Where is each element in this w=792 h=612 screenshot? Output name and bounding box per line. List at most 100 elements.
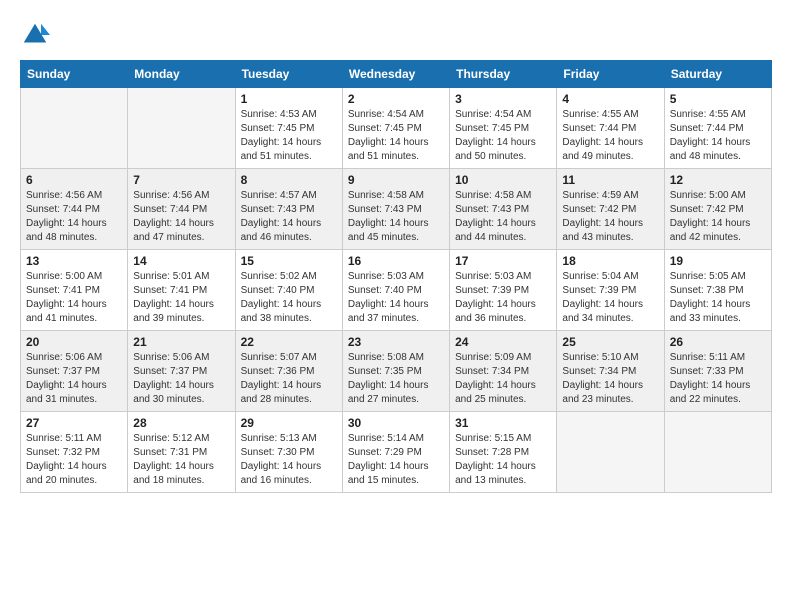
calendar-cell bbox=[557, 412, 664, 493]
calendar-cell bbox=[128, 88, 235, 169]
day-info: Sunrise: 5:13 AMSunset: 7:30 PMDaylight:… bbox=[241, 432, 337, 488]
day-info: Sunrise: 5:03 AMSunset: 7:39 PMDaylight:… bbox=[455, 270, 551, 326]
calendar-cell: 27Sunrise: 5:11 AMSunset: 7:32 PMDayligh… bbox=[21, 412, 128, 493]
header-tuesday: Tuesday bbox=[235, 61, 342, 88]
day-number: 16 bbox=[348, 254, 444, 268]
day-info: Sunrise: 5:11 AMSunset: 7:33 PMDaylight:… bbox=[670, 351, 766, 407]
day-number: 29 bbox=[241, 416, 337, 430]
day-number: 9 bbox=[348, 173, 444, 187]
calendar-cell: 30 Sunrise: 5:14 AMSunset: 7:29 PMDayligh… bbox=[342, 412, 449, 493]
day-info: Sunrise: 4:58 AMSunset: 7:43 PMDaylight:… bbox=[455, 189, 551, 245]
day-info: Sunrise: 5:04 AMSunset: 7:39 PMDaylight:… bbox=[562, 270, 658, 326]
calendar-cell: 13Sunrise: 5:00 AMSunset: 7:41 PMDayligh… bbox=[21, 250, 128, 331]
calendar-week-row: 13Sunrise: 5:00 AMSunset: 7:41 PMDayligh… bbox=[21, 250, 772, 331]
day-info: Sunrise: 5:09 AMSunset: 7:34 PMDaylight:… bbox=[455, 351, 551, 407]
calendar-cell: 21 Sunrise: 5:06 AMSunset: 7:37 PMDayligh… bbox=[128, 331, 235, 412]
calendar-week-row: 1 Sunrise: 4:53 AMSunset: 7:45 PMDaylight… bbox=[21, 88, 772, 169]
calendar-table: SundayMondayTuesdayWednesdayThursdayFrid… bbox=[20, 60, 772, 493]
calendar-cell: 19Sunrise: 5:05 AMSunset: 7:38 PMDayligh… bbox=[664, 250, 771, 331]
day-info: Sunrise: 4:59 AMSunset: 7:42 PMDaylight:… bbox=[562, 189, 658, 245]
calendar-cell: 26 Sunrise: 5:11 AMSunset: 7:33 PMDayligh… bbox=[664, 331, 771, 412]
day-number: 6 bbox=[26, 173, 122, 187]
day-number: 10 bbox=[455, 173, 551, 187]
header-friday: Friday bbox=[557, 61, 664, 88]
day-number: 12 bbox=[670, 173, 766, 187]
day-number: 18 bbox=[562, 254, 658, 268]
day-number: 30 bbox=[348, 416, 444, 430]
logo bbox=[20, 20, 54, 50]
day-number: 14 bbox=[133, 254, 229, 268]
day-number: 17 bbox=[455, 254, 551, 268]
day-number: 26 bbox=[670, 335, 766, 349]
calendar-cell: 28 Sunrise: 5:12 AMSunset: 7:31 PMDayligh… bbox=[128, 412, 235, 493]
calendar-cell: 10 Sunrise: 4:58 AMSunset: 7:43 PMDayligh… bbox=[450, 169, 557, 250]
calendar-cell: 23 Sunrise: 5:08 AMSunset: 7:35 PMDayligh… bbox=[342, 331, 449, 412]
header-thursday: Thursday bbox=[450, 61, 557, 88]
day-number: 28 bbox=[133, 416, 229, 430]
day-info: Sunrise: 4:55 AMSunset: 7:44 PMDaylight:… bbox=[562, 108, 658, 164]
header-sunday: Sunday bbox=[21, 61, 128, 88]
day-number: 19 bbox=[670, 254, 766, 268]
day-info: Sunrise: 5:00 AMSunset: 7:41 PMDaylight:… bbox=[26, 270, 122, 326]
day-info: Sunrise: 4:55 AMSunset: 7:44 PMDaylight:… bbox=[670, 108, 766, 164]
calendar-cell: 29 Sunrise: 5:13 AMSunset: 7:30 PMDayligh… bbox=[235, 412, 342, 493]
day-info: Sunrise: 5:07 AMSunset: 7:36 PMDaylight:… bbox=[241, 351, 337, 407]
calendar-cell: 20 Sunrise: 5:06 AMSunset: 7:37 PMDayligh… bbox=[21, 331, 128, 412]
calendar-cell: 6 Sunrise: 4:56 AMSunset: 7:44 PMDaylight… bbox=[21, 169, 128, 250]
calendar-cell: 25 Sunrise: 5:10 AMSunset: 7:34 PMDayligh… bbox=[557, 331, 664, 412]
day-info: Sunrise: 5:14 AMSunset: 7:29 PMDaylight:… bbox=[348, 432, 444, 488]
day-number: 20 bbox=[26, 335, 122, 349]
day-number: 11 bbox=[562, 173, 658, 187]
day-number: 15 bbox=[241, 254, 337, 268]
calendar-cell: 9 Sunrise: 4:58 AMSunset: 7:43 PMDaylight… bbox=[342, 169, 449, 250]
header-saturday: Saturday bbox=[664, 61, 771, 88]
calendar-cell: 7Sunrise: 4:56 AMSunset: 7:44 PMDaylight… bbox=[128, 169, 235, 250]
day-number: 22 bbox=[241, 335, 337, 349]
day-info: Sunrise: 4:56 AMSunset: 7:44 PMDaylight:… bbox=[133, 189, 229, 245]
calendar-week-row: 6 Sunrise: 4:56 AMSunset: 7:44 PMDaylight… bbox=[21, 169, 772, 250]
day-info: Sunrise: 4:53 AMSunset: 7:45 PMDaylight:… bbox=[241, 108, 337, 164]
day-number: 1 bbox=[241, 92, 337, 106]
day-info: Sunrise: 4:57 AMSunset: 7:43 PMDaylight:… bbox=[241, 189, 337, 245]
day-info: Sunrise: 5:00 AMSunset: 7:42 PMDaylight:… bbox=[670, 189, 766, 245]
day-number: 21 bbox=[133, 335, 229, 349]
day-info: Sunrise: 5:12 AMSunset: 7:31 PMDaylight:… bbox=[133, 432, 229, 488]
day-number: 24 bbox=[455, 335, 551, 349]
day-number: 25 bbox=[562, 335, 658, 349]
day-info: Sunrise: 5:15 AMSunset: 7:28 PMDaylight:… bbox=[455, 432, 551, 488]
day-number: 2 bbox=[348, 92, 444, 106]
day-number: 5 bbox=[670, 92, 766, 106]
day-info: Sunrise: 4:54 AMSunset: 7:45 PMDaylight:… bbox=[348, 108, 444, 164]
calendar-cell: 2 Sunrise: 4:54 AMSunset: 7:45 PMDaylight… bbox=[342, 88, 449, 169]
logo-icon bbox=[20, 20, 50, 50]
calendar-cell: 16 Sunrise: 5:03 AMSunset: 7:40 PMDayligh… bbox=[342, 250, 449, 331]
page-header bbox=[20, 20, 772, 50]
day-number: 31 bbox=[455, 416, 551, 430]
calendar-cell: 5 Sunrise: 4:55 AMSunset: 7:44 PMDaylight… bbox=[664, 88, 771, 169]
calendar-cell: 14 Sunrise: 5:01 AMSunset: 7:41 PMDayligh… bbox=[128, 250, 235, 331]
calendar-cell: 17 Sunrise: 5:03 AMSunset: 7:39 PMDayligh… bbox=[450, 250, 557, 331]
day-number: 3 bbox=[455, 92, 551, 106]
calendar-cell: 12 Sunrise: 5:00 AMSunset: 7:42 PMDayligh… bbox=[664, 169, 771, 250]
calendar-cell: 3 Sunrise: 4:54 AMSunset: 7:45 PMDaylight… bbox=[450, 88, 557, 169]
day-number: 27 bbox=[26, 416, 122, 430]
day-info: Sunrise: 5:01 AMSunset: 7:41 PMDaylight:… bbox=[133, 270, 229, 326]
calendar-cell: 1 Sunrise: 4:53 AMSunset: 7:45 PMDaylight… bbox=[235, 88, 342, 169]
day-info: Sunrise: 4:58 AMSunset: 7:43 PMDaylight:… bbox=[348, 189, 444, 245]
day-info: Sunrise: 5:10 AMSunset: 7:34 PMDaylight:… bbox=[562, 351, 658, 407]
calendar-cell: 15Sunrise: 5:02 AMSunset: 7:40 PMDayligh… bbox=[235, 250, 342, 331]
calendar-header-row: SundayMondayTuesdayWednesdayThursdayFrid… bbox=[21, 61, 772, 88]
day-info: Sunrise: 5:06 AMSunset: 7:37 PMDaylight:… bbox=[133, 351, 229, 407]
calendar-cell: 11 Sunrise: 4:59 AMSunset: 7:42 PMDayligh… bbox=[557, 169, 664, 250]
day-info: Sunrise: 4:54 AMSunset: 7:45 PMDaylight:… bbox=[455, 108, 551, 164]
day-info: Sunrise: 5:08 AMSunset: 7:35 PMDaylight:… bbox=[348, 351, 444, 407]
day-info: Sunrise: 4:56 AMSunset: 7:44 PMDaylight:… bbox=[26, 189, 122, 245]
calendar-cell: 24 Sunrise: 5:09 AMSunset: 7:34 PMDayligh… bbox=[450, 331, 557, 412]
day-info: Sunrise: 5:03 AMSunset: 7:40 PMDaylight:… bbox=[348, 270, 444, 326]
day-number: 23 bbox=[348, 335, 444, 349]
calendar-cell bbox=[664, 412, 771, 493]
calendar-cell: 18 Sunrise: 5:04 AMSunset: 7:39 PMDayligh… bbox=[557, 250, 664, 331]
header-monday: Monday bbox=[128, 61, 235, 88]
calendar-week-row: 27Sunrise: 5:11 AMSunset: 7:32 PMDayligh… bbox=[21, 412, 772, 493]
day-info: Sunrise: 5:06 AMSunset: 7:37 PMDaylight:… bbox=[26, 351, 122, 407]
